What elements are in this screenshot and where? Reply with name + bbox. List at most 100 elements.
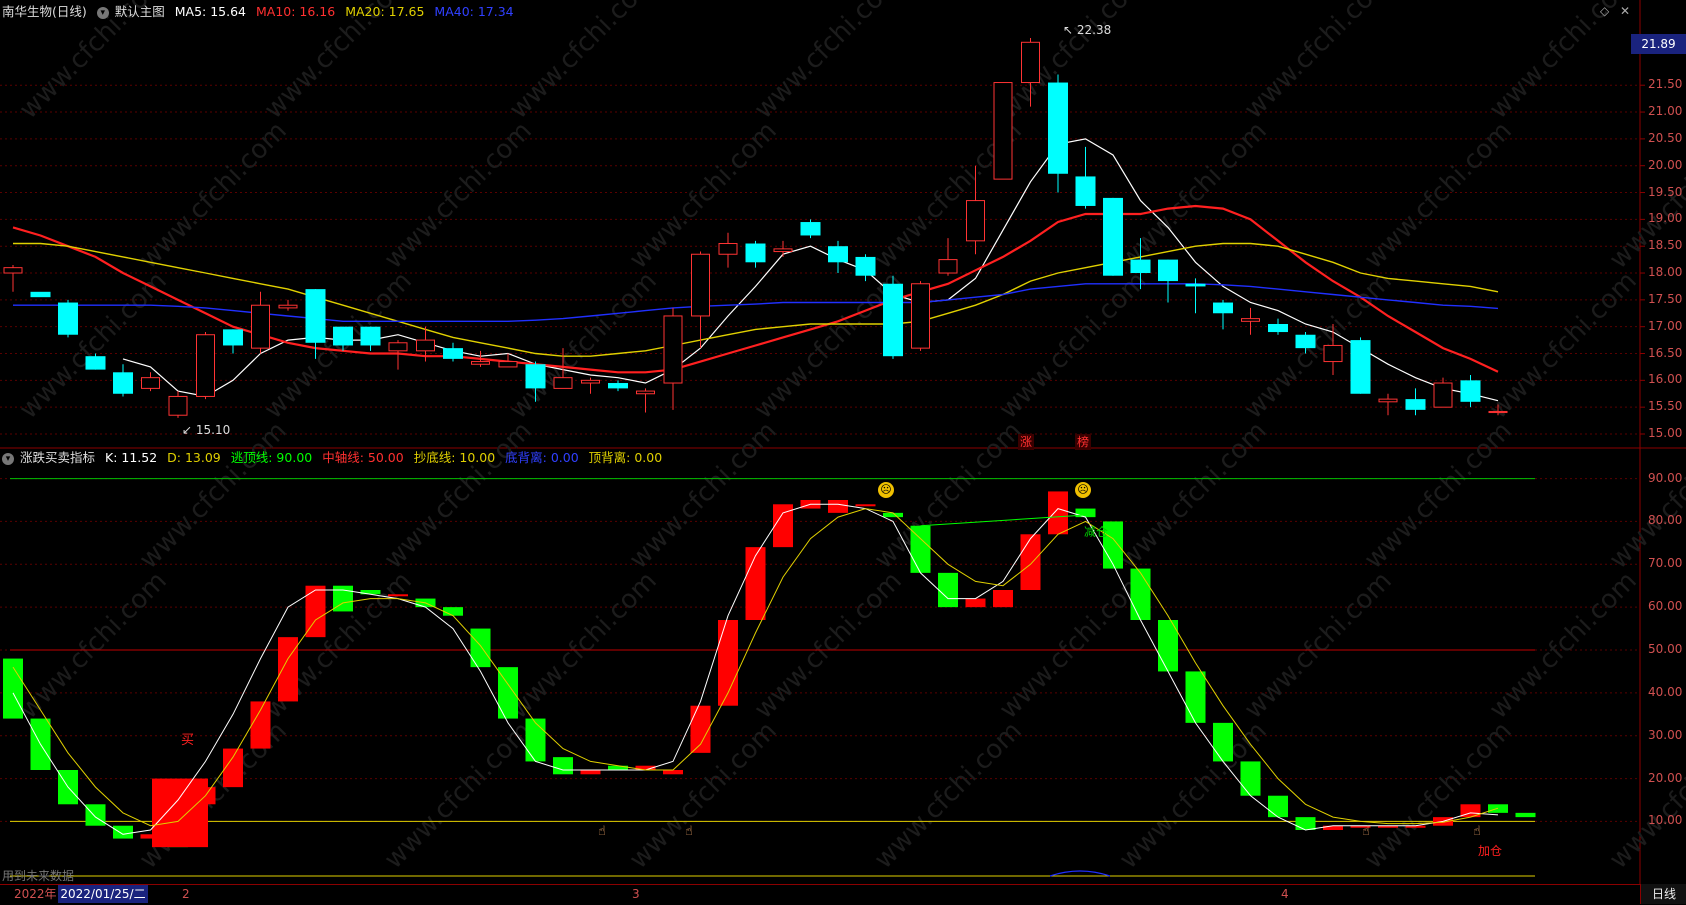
current-price-tag: 21.89	[1631, 34, 1686, 54]
watermark-text: www.cfchi.com	[1239, 266, 1398, 425]
top-div-value: 顶背离: 0.00	[588, 450, 663, 465]
template-dropdown-icon[interactable]: ▾	[96, 6, 109, 19]
indicator-bar	[1185, 671, 1206, 723]
indicator-tick-label: 90.00	[1648, 470, 1683, 485]
ma10-value: MA10: 16.16	[256, 4, 336, 19]
watermark-text: www.cfchi.com	[134, 416, 293, 575]
candle	[993, 82, 1013, 180]
candle	[1405, 388, 1426, 416]
candle	[1433, 377, 1453, 408]
ma-line-ma40	[13, 283, 1499, 322]
candle-body	[1158, 259, 1178, 282]
watermark-text: www.cfchi.com	[1484, 0, 1643, 125]
price-tick-label: 17.50	[1648, 291, 1683, 306]
indicator-bar	[250, 701, 271, 749]
candle-body	[608, 383, 628, 389]
year-label: 2022年	[14, 887, 57, 901]
candle	[251, 291, 270, 354]
candle	[1048, 74, 1068, 193]
candle-body	[416, 339, 435, 352]
candle-body	[581, 379, 600, 384]
selected-date[interactable]: 2022/01/25/二	[58, 885, 148, 903]
candle	[1350, 337, 1371, 394]
top-line-value: 逃顶线: 90.00	[230, 450, 313, 465]
future-data-warning: 用到未来数据	[2, 869, 75, 883]
close-panel-icon[interactable]: ✕	[1620, 4, 1630, 18]
candle	[1268, 318, 1288, 335]
candle-body	[85, 356, 106, 370]
candle	[800, 219, 821, 239]
candle-body	[800, 222, 821, 236]
candle	[1158, 259, 1178, 303]
watermark-text: www.cfchi.com	[1114, 416, 1273, 575]
candle-body	[1185, 283, 1206, 287]
period-tab[interactable]: 日线	[1640, 884, 1686, 904]
candle	[608, 380, 628, 392]
candle	[1103, 197, 1123, 276]
date-axis-bar[interactable]	[0, 884, 1640, 905]
sad-face-icon: ☹	[878, 482, 894, 498]
indicator-title[interactable]: 涨跌买卖指标	[20, 450, 95, 465]
watermark-text: www.cfchi.com	[379, 716, 538, 875]
indicator-bar	[1213, 722, 1233, 762]
candle	[58, 299, 78, 338]
watermark-text: www.cfchi.com	[1359, 416, 1518, 575]
watermark-text: www.cfchi.com	[1359, 116, 1518, 275]
candle-body	[636, 390, 655, 395]
indicator-bar	[855, 504, 876, 507]
indicator-bar	[113, 825, 133, 839]
reduce-signal: 减仓	[1084, 525, 1109, 539]
candle-body	[1103, 197, 1123, 276]
indicator-bar	[1020, 534, 1041, 590]
price-tick-label: 19.00	[1648, 211, 1683, 226]
candle	[718, 232, 738, 268]
hand-pointer-icon: ☝	[685, 824, 693, 839]
candle	[1378, 393, 1398, 416]
price-tick-label: 16.00	[1648, 372, 1683, 387]
candle-body	[1350, 340, 1371, 394]
candle-body	[966, 200, 985, 242]
candle-body	[828, 246, 848, 263]
watermark-text: www.cfchi.com	[1239, 566, 1398, 725]
indicator-bar	[690, 705, 711, 753]
indicator-tick-label: 70.00	[1648, 556, 1683, 571]
bang-badge[interactable]: 榜	[1075, 434, 1092, 450]
candle-body	[718, 243, 738, 255]
price-tick-label: 15.50	[1648, 399, 1683, 414]
candle-body	[911, 283, 930, 349]
indicator-bar	[443, 607, 463, 616]
candle	[360, 326, 381, 351]
stock-title[interactable]: 南华生物(日线)	[2, 4, 87, 19]
candle-body	[1021, 41, 1040, 84]
candle-body	[883, 283, 903, 357]
candle	[443, 342, 463, 362]
candle-body	[525, 364, 546, 389]
indicator-menu-icon[interactable]: ▾	[2, 452, 14, 465]
diamond-icon[interactable]: ◇	[1600, 4, 1609, 18]
candle-body	[1488, 410, 1508, 414]
indicator-bar	[993, 590, 1013, 608]
watermark-text: www.cfchi.com	[994, 566, 1153, 725]
price-tick-label: 18.00	[1648, 265, 1683, 280]
candle	[3, 264, 23, 292]
candle-body	[663, 315, 683, 384]
watermark-text: www.cfchi.com	[504, 266, 663, 425]
high-marker: ↖ 22.38	[1063, 23, 1112, 37]
candle-body	[471, 361, 490, 365]
bottom-div-value: 底背离: 0.00	[505, 450, 579, 465]
ma40-value: MA40: 17.34	[434, 4, 514, 19]
indicator-bar	[965, 598, 986, 608]
candle-body	[1048, 82, 1068, 174]
candle-body	[938, 259, 958, 274]
indicator-tick-label: 20.00	[1648, 770, 1683, 785]
zhang-badge[interactable]: 涨	[1018, 434, 1035, 450]
indicator-tick-label: 10.00	[1648, 813, 1683, 828]
candle-body	[1460, 380, 1481, 402]
candle-body	[1295, 334, 1316, 349]
candle	[223, 329, 243, 354]
template-name[interactable]: 默认主图	[115, 4, 165, 19]
indicator-bar	[580, 770, 601, 775]
indicator-bar	[1240, 761, 1261, 796]
candle	[911, 281, 930, 351]
candle-body	[1433, 382, 1453, 408]
